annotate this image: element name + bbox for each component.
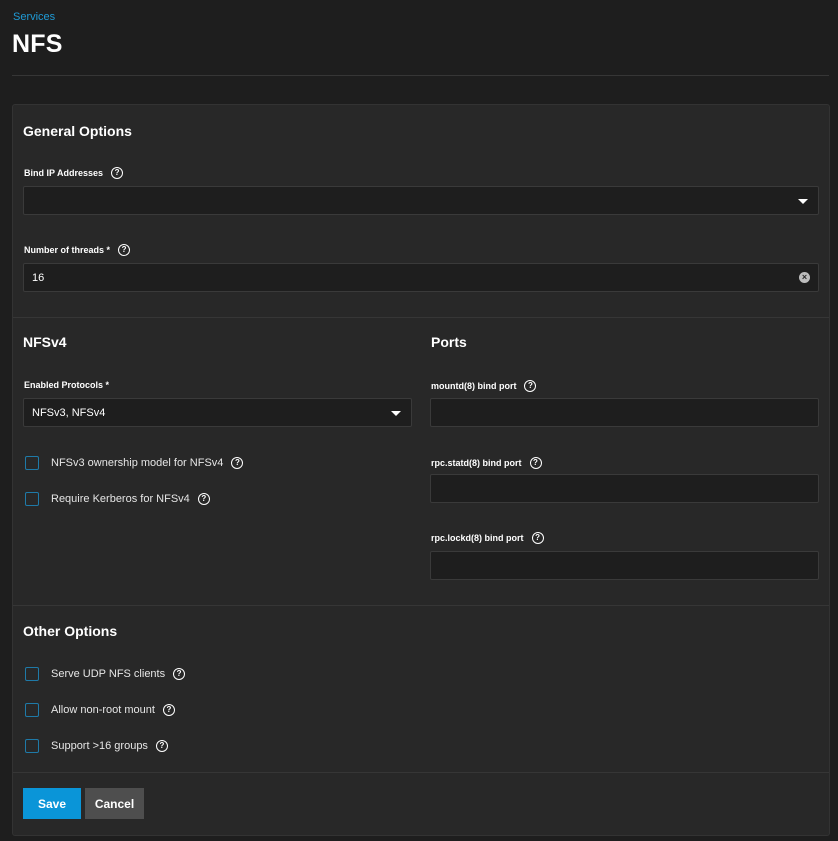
groups-label: Support >16 groups xyxy=(51,740,148,752)
nonroot-label: Allow non-root mount xyxy=(51,704,155,716)
threads-label-text: Number of threads * xyxy=(24,245,110,255)
protocols-select[interactable]: NFSv3, NFSv4 xyxy=(23,398,412,427)
save-button[interactable]: Save xyxy=(23,788,81,819)
udp-row[interactable]: Serve UDP NFS clients ? xyxy=(25,667,186,681)
groups-checkbox[interactable] xyxy=(25,739,39,753)
protocols-label-text: Enabled Protocols * xyxy=(24,380,109,390)
threads-input[interactable]: 16 × xyxy=(23,263,819,292)
nonroot-help-icon[interactable]: ? xyxy=(162,704,175,716)
threads-label: Number of threads * ? xyxy=(24,244,131,256)
protocols-required-mark: * xyxy=(105,380,110,390)
threads-label-main: Number of threads xyxy=(24,245,105,255)
kerberos-label: Require Kerberos for NFSv4 xyxy=(51,493,190,505)
nfsv4-title: NFSv4 xyxy=(23,334,67,350)
nonroot-row[interactable]: Allow non-root mount ? xyxy=(25,703,175,717)
lockd-label-text: rpc.lockd(8) bind port xyxy=(431,533,524,543)
bind-ip-select[interactable] xyxy=(23,186,819,215)
nonroot-checkbox[interactable] xyxy=(25,703,39,717)
udp-label: Serve UDP NFS clients xyxy=(51,668,166,680)
udp-help-icon[interactable]: ? xyxy=(173,668,186,680)
protocols-value: NFSv3, NFSv4 xyxy=(32,407,106,419)
bind-ip-help-icon[interactable]: ? xyxy=(111,167,124,179)
kerberos-checkbox[interactable] xyxy=(25,492,39,506)
mountd-label: mountd(8) bind port ? xyxy=(431,380,537,392)
mountd-label-text: mountd(8) bind port xyxy=(431,381,517,391)
lockd-label: rpc.lockd(8) bind port ? xyxy=(431,532,544,544)
section-divider xyxy=(13,605,829,606)
ownership-model-row[interactable]: NFSv3 ownership model for NFSv4 ? xyxy=(25,456,244,470)
threads-value: 16 xyxy=(32,272,45,284)
cancel-button[interactable]: Cancel xyxy=(85,788,144,819)
general-options-title: General Options xyxy=(23,123,132,139)
mountd-help-icon[interactable]: ? xyxy=(524,380,537,392)
statd-label-text: rpc.statd(8) bind port xyxy=(431,458,522,468)
ownership-model-help-icon[interactable]: ? xyxy=(231,457,244,469)
chevron-down-icon xyxy=(391,411,401,416)
ports-title: Ports xyxy=(431,334,467,350)
statd-help-icon[interactable]: ? xyxy=(529,457,542,469)
lockd-port-input[interactable] xyxy=(430,551,819,580)
clear-icon[interactable]: × xyxy=(799,272,810,283)
kerberos-row[interactable]: Require Kerberos for NFSv4 ? xyxy=(25,492,210,506)
bind-ip-label-text: Bind IP Addresses xyxy=(24,168,104,178)
ownership-model-label: NFSv3 ownership model for NFSv4 xyxy=(51,457,224,469)
threads-required-mark: * xyxy=(106,245,111,255)
groups-help-icon[interactable]: ? xyxy=(155,740,168,752)
page-title: NFS xyxy=(12,30,63,58)
ownership-model-checkbox[interactable] xyxy=(25,456,39,470)
statd-label: rpc.statd(8) bind port ? xyxy=(431,457,542,469)
section-divider xyxy=(13,317,829,318)
bind-ip-label: Bind IP Addresses ? xyxy=(24,167,124,179)
header-divider xyxy=(12,75,829,76)
breadcrumb[interactable]: Services xyxy=(13,11,55,23)
lockd-help-icon[interactable]: ? xyxy=(531,532,544,544)
kerberos-help-icon[interactable]: ? xyxy=(197,493,210,505)
chevron-down-icon xyxy=(798,199,808,204)
threads-help-icon[interactable]: ? xyxy=(118,244,131,256)
statd-port-input[interactable] xyxy=(430,474,819,503)
section-divider xyxy=(13,772,829,773)
nfs-settings-card: General Options Bind IP Addresses ? Numb… xyxy=(12,104,830,836)
udp-checkbox[interactable] xyxy=(25,667,39,681)
mountd-port-input[interactable] xyxy=(430,398,819,427)
groups-row[interactable]: Support >16 groups ? xyxy=(25,739,168,753)
other-options-title: Other Options xyxy=(23,623,118,639)
protocols-label: Enabled Protocols * xyxy=(24,380,109,390)
protocols-label-main: Enabled Protocols xyxy=(24,380,104,390)
